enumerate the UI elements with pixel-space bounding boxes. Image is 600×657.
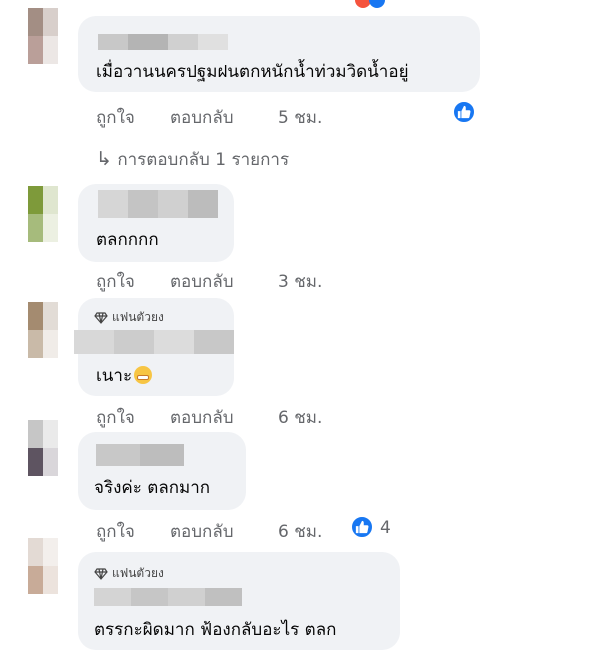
reply-link[interactable]: ตอบกลับ <box>170 104 278 131</box>
comment-actions: ถูกใจ ตอบกลับ 6 ชม. <box>96 404 322 431</box>
reaction-icons-top <box>355 0 395 8</box>
blurred-author-name[interactable] <box>98 34 228 50</box>
timestamp[interactable]: 5 ชม. <box>278 104 322 131</box>
blurred-author-name[interactable] <box>74 330 234 354</box>
timestamp[interactable]: 6 ชม. <box>278 404 322 431</box>
like-count[interactable]: 4 <box>380 518 391 538</box>
blurred-author-name[interactable] <box>98 190 218 218</box>
thumbs-up-icon <box>355 520 369 534</box>
comment-text: เนาะ <box>96 366 153 386</box>
comment-text: ตรรกะผิดมาก ฟ้องกลับอะไร ตลก <box>94 620 337 640</box>
diamond-icon <box>94 311 108 324</box>
diamond-icon <box>94 567 108 580</box>
like-link[interactable]: ถูกใจ <box>96 518 170 545</box>
like-link[interactable]: ถูกใจ <box>96 268 170 295</box>
blurred-author-name[interactable] <box>96 444 184 466</box>
like-link[interactable]: ถูกใจ <box>96 404 170 431</box>
reply-link[interactable]: ตอบกลับ <box>170 268 278 295</box>
avatar[interactable] <box>28 8 58 64</box>
comment-text: จริงค่ะ ตลกมาก <box>94 478 211 498</box>
comment-text: เมื่อวานนครปฐมฝนตกหนักน้ำท่วมวิดน้ำอยู่ <box>96 62 409 82</box>
top-fan-badge[interactable]: แฟนตัวยง <box>94 564 164 583</box>
like-link[interactable]: ถูกใจ <box>96 104 170 131</box>
reply-arrow-icon: ↳ <box>96 148 112 170</box>
timestamp[interactable]: 3 ชม. <box>278 268 322 295</box>
comment-actions: ถูกใจ ตอบกลับ 5 ชม. <box>96 104 322 131</box>
avatar[interactable] <box>28 186 58 242</box>
reply-link[interactable]: ตอบกลับ <box>170 404 278 431</box>
grimacing-face-icon <box>134 366 153 384</box>
top-fan-badge[interactable]: แฟนตัวยง <box>94 308 164 327</box>
comment-actions: ถูกใจ ตอบกลับ 6 ชม. <box>96 518 322 545</box>
like-reaction-badge[interactable] <box>350 515 374 539</box>
avatar[interactable] <box>28 420 58 476</box>
timestamp[interactable]: 6 ชม. <box>278 518 322 545</box>
avatar[interactable] <box>28 302 58 358</box>
blurred-author-name[interactable] <box>94 588 242 606</box>
view-replies-link[interactable]: ↳ การตอบกลับ 1 รายการ <box>96 146 289 173</box>
avatar[interactable] <box>28 538 58 594</box>
comment-actions: ถูกใจ ตอบกลับ 3 ชม. <box>96 268 322 295</box>
like-reaction-icon <box>369 0 385 8</box>
thumbs-up-icon <box>457 105 471 119</box>
reply-link[interactable]: ตอบกลับ <box>170 518 278 545</box>
like-reaction-badge[interactable] <box>452 100 476 124</box>
comment-text: ตลกกกก <box>96 230 159 250</box>
